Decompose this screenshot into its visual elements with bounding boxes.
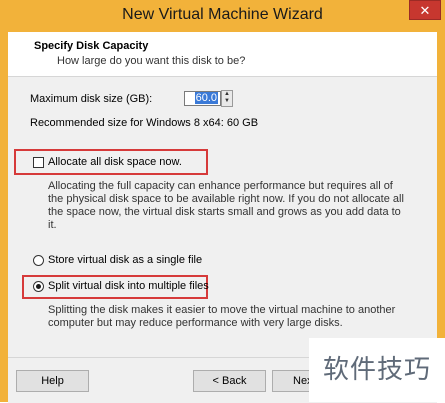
- allocate-checkbox[interactable]: [33, 157, 44, 168]
- radio-split-files[interactable]: [33, 281, 44, 292]
- disk-size-input[interactable]: 60.0: [184, 91, 221, 106]
- wizard-content: Maximum disk size (GB): 60.0 ▲ ▼ Recomme…: [8, 77, 437, 357]
- stepper-up-icon[interactable]: ▲: [222, 91, 232, 98]
- disk-size-label: Maximum disk size (GB):: [30, 93, 153, 105]
- close-button[interactable]: ✕: [409, 0, 441, 20]
- help-button[interactable]: Help: [16, 370, 89, 392]
- single-file-label[interactable]: Store virtual disk as a single file: [48, 254, 202, 266]
- recommended-size-text: Recommended size for Windows 8 x64: 60 G…: [30, 117, 259, 129]
- disk-size-stepper[interactable]: ▲ ▼: [221, 90, 233, 107]
- disk-size-value: 60.0: [194, 92, 218, 104]
- title-bar: New Virtual Machine Wizard ✕: [0, 0, 445, 32]
- radio-selected-dot: [36, 284, 41, 289]
- wizard-header: Specify Disk Capacity How large do you w…: [8, 32, 437, 77]
- allocate-description: Allocating the full capacity can enhance…: [48, 180, 404, 231]
- stepper-down-icon[interactable]: ▼: [222, 98, 232, 105]
- allocate-label[interactable]: Allocate all disk space now.: [48, 156, 182, 168]
- page-subtitle: How large do you want this disk to be?: [57, 55, 246, 67]
- split-description: Splitting the disk makes it easier to mo…: [48, 304, 396, 329]
- back-button[interactable]: < Back: [193, 370, 266, 392]
- radio-single-file[interactable]: [33, 255, 44, 266]
- watermark-text: 软件技巧: [309, 338, 445, 402]
- window-title: New Virtual Machine Wizard: [122, 6, 323, 23]
- window-frame-left: [0, 32, 8, 402]
- split-files-label[interactable]: Split virtual disk into multiple files: [48, 280, 209, 292]
- page-title: Specify Disk Capacity: [34, 40, 149, 52]
